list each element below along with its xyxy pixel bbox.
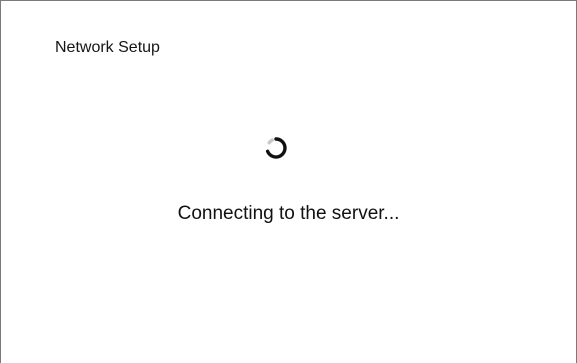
loading-spinner-icon <box>265 137 287 159</box>
connection-status-text: Connecting to the server... <box>177 203 400 224</box>
network-setup-screen: Network Setup Connecting to the server..… <box>0 0 577 363</box>
page-title: Network Setup <box>55 39 160 56</box>
